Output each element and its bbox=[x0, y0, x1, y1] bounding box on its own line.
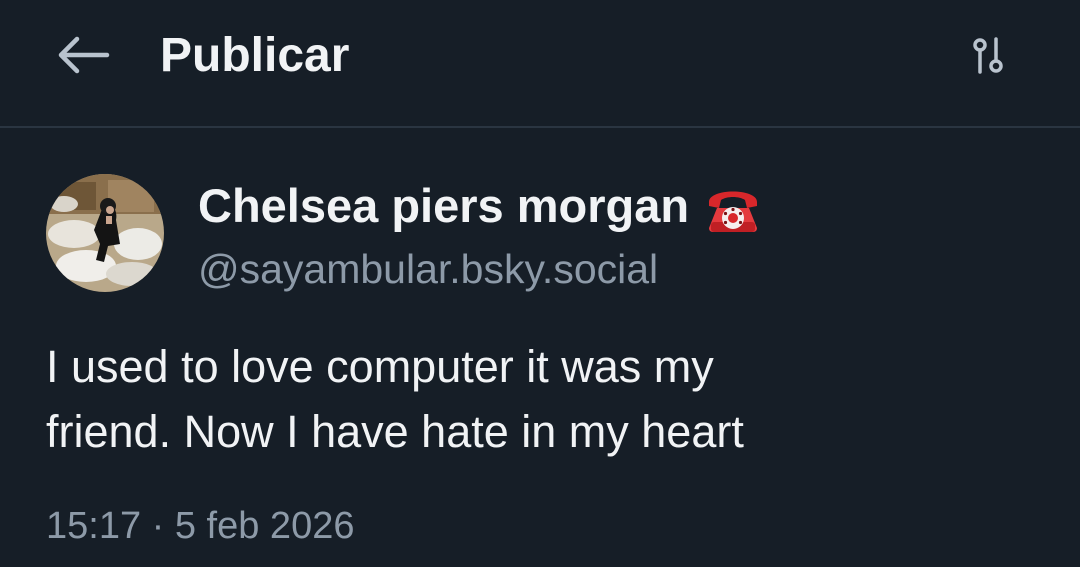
sliders-icon bbox=[973, 37, 1003, 74]
author-display-name[interactable]: Chelsea piers morgan bbox=[198, 178, 763, 234]
back-button[interactable] bbox=[48, 26, 118, 84]
post-timestamp: 15:17 · 5 feb 2026 bbox=[46, 505, 355, 547]
post-text: I used to love computer it was my friend… bbox=[46, 334, 1036, 464]
telephone-emoji-icon bbox=[709, 191, 758, 232]
thread-options-button[interactable] bbox=[960, 28, 1016, 84]
post-text-line: friend. Now I have hate in my heart bbox=[46, 406, 744, 457]
top-bar: Publicar bbox=[0, 0, 1080, 128]
arrow-left-icon bbox=[58, 36, 110, 74]
page-title: Publicar bbox=[160, 29, 350, 82]
post-thread-screen: Publicar Chelsea piers morgan @sayambula… bbox=[0, 0, 1080, 567]
post-text-line: I used to love computer it was my bbox=[46, 341, 714, 392]
author-handle[interactable]: @sayambular.bsky.social bbox=[198, 242, 658, 296]
profile-photo bbox=[46, 174, 164, 292]
author-name-text: Chelsea piers morgan bbox=[198, 179, 690, 232]
avatar[interactable] bbox=[46, 174, 164, 292]
